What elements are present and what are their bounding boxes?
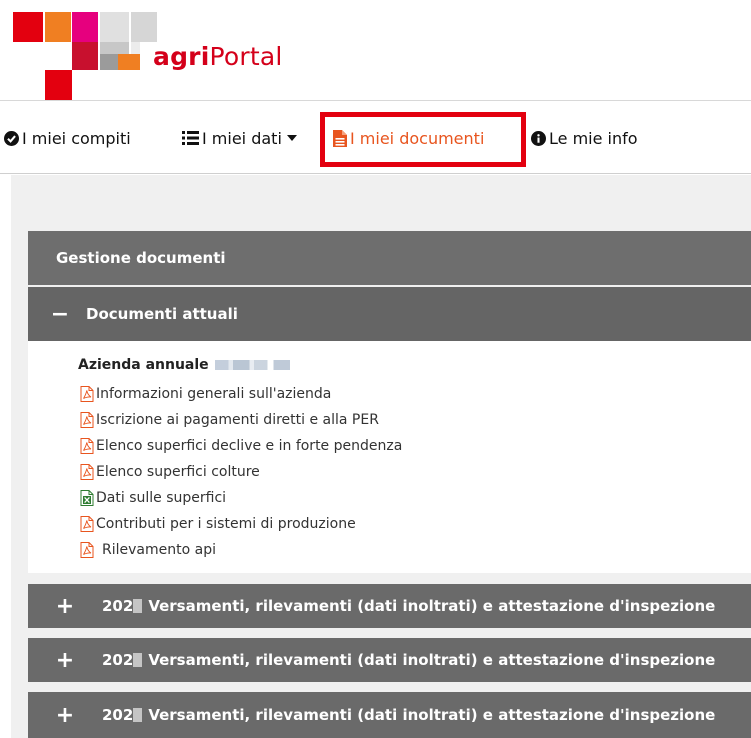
caret-down-icon (286, 134, 297, 142)
brand-prefix: agri (153, 42, 210, 71)
nav-my-tasks[interactable]: I miei compiti (4, 126, 131, 150)
nav-label: I miei dati (202, 128, 282, 148)
nav-label: I miei compiti (22, 128, 131, 148)
archive-label: Versamenti, rilevamenti (dati inoltrati)… (148, 651, 716, 669)
info-circle-icon (531, 130, 546, 146)
document-link[interactable]: Informazioni generali sull'azienda (80, 381, 402, 407)
archive-label: Versamenti, rilevamenti (dati inoltrati)… (148, 706, 716, 724)
expand-icon[interactable]: + (28, 648, 102, 673)
document-name: Informazioni generali sull'azienda (96, 386, 332, 402)
redacted-year-digit (133, 708, 143, 722)
pdf-file-icon (80, 386, 94, 402)
company-label: Azienda annuale (78, 357, 290, 373)
pdf-file-icon (80, 516, 94, 532)
document-link[interactable]: Rilevamento api (80, 537, 402, 563)
redacted-year-digit (133, 653, 143, 667)
document-link[interactable]: Contributi per i sistemi di produzione (80, 511, 402, 537)
company-label-text: Azienda annuale (78, 357, 209, 373)
document-name: Dati sulle superfici (96, 490, 227, 506)
archive-year-header[interactable]: + 202 Versamenti, rilevamenti (dati inol… (28, 584, 751, 628)
app-header: agriPortal (0, 0, 751, 101)
pdf-file-icon (80, 542, 94, 558)
document-link[interactable]: Iscrizione ai pagamenti diretti e alla P… (80, 407, 402, 433)
document-link[interactable]: Dati sulle superfici (80, 485, 402, 511)
redacted-year-digit (133, 599, 143, 613)
archive-year-header[interactable]: + 202 Versamenti, rilevamenti (dati inol… (28, 692, 751, 738)
archive-year: 202 (102, 706, 134, 724)
expand-icon[interactable]: + (28, 703, 102, 728)
collapse-icon[interactable]: − (36, 302, 84, 327)
document-management-header: Gestione documenti (28, 231, 751, 285)
accordion-label: Documenti attuali (86, 305, 238, 323)
highlight-annotation (320, 112, 526, 167)
archive-year: 202 (102, 651, 134, 669)
excel-file-icon (80, 490, 94, 506)
document-name: Elenco superfici colture (96, 464, 260, 480)
nav-label: Le mie info (549, 128, 638, 148)
nav-my-info[interactable]: Le mie info (531, 126, 638, 150)
document-name: Iscrizione ai pagamenti diretti e alla P… (96, 412, 379, 428)
nav-my-data[interactable]: I miei dati (182, 126, 297, 150)
current-documents-header[interactable]: − Documenti attuali (28, 287, 751, 341)
check-circle-icon (4, 130, 19, 146)
document-name: Elenco superfici declive e in forte pend… (96, 438, 403, 454)
section-title: Gestione documenti (56, 249, 226, 267)
document-list: Informazioni generali sull'azienda Iscri… (80, 381, 402, 563)
brand-suffix: Portal (209, 42, 283, 71)
archive-year: 202 (102, 597, 134, 615)
brand-name[interactable]: agriPortal (153, 42, 283, 71)
document-name: Rilevamento api (102, 542, 216, 558)
redacted-company-id (214, 360, 290, 370)
pdf-file-icon (80, 438, 94, 454)
document-link[interactable]: Elenco superfici colture (80, 459, 402, 485)
list-icon (182, 131, 199, 145)
document-link[interactable]: Elenco superfici declive e in forte pend… (80, 433, 402, 459)
archive-year-header[interactable]: + 202 Versamenti, rilevamenti (dati inol… (28, 638, 751, 682)
expand-icon[interactable]: + (28, 594, 102, 619)
archive-label: Versamenti, rilevamenti (dati inoltrati)… (148, 597, 716, 615)
document-name: Contributi per i sistemi di produzione (96, 516, 356, 532)
current-documents-panel: Azienda annuale Informazioni generali su… (28, 341, 751, 573)
pdf-file-icon (80, 412, 94, 428)
pdf-file-icon (80, 464, 94, 480)
agriportal-logo[interactable] (0, 0, 157, 101)
